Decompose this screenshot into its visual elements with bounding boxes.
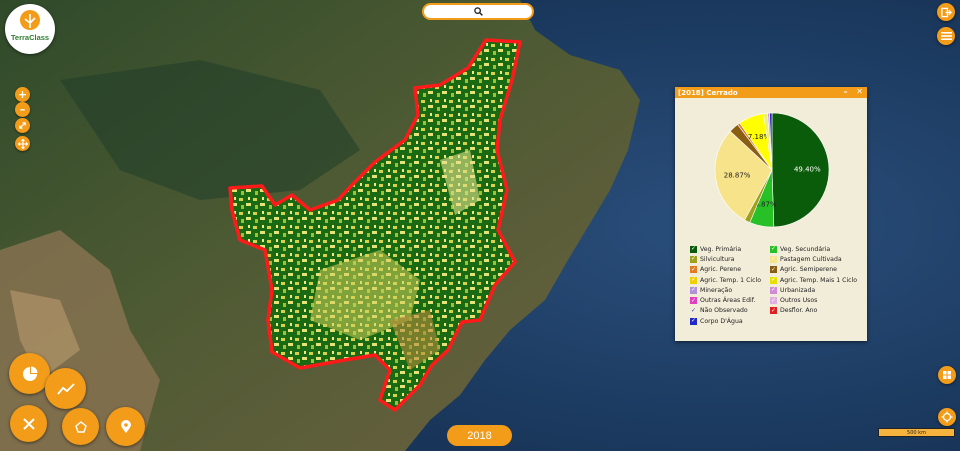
fullscreen-button[interactable] bbox=[15, 118, 30, 133]
logo-text: TerraClass bbox=[10, 33, 50, 42]
legend-label: Silvicultura bbox=[700, 255, 735, 263]
legend-label: Corpo D'Água bbox=[700, 317, 743, 325]
checkbox-checked-icon[interactable]: ✓ bbox=[770, 245, 777, 253]
legend-label: Agric. Perene bbox=[700, 266, 742, 274]
legend-label: Mineração bbox=[700, 286, 733, 294]
legend-item[interactable]: ✓ Agric. Perene bbox=[690, 265, 770, 275]
checkbox-checked-icon[interactable]: ✓ bbox=[690, 276, 697, 284]
legend-item[interactable]: ✓ Veg. Secundária bbox=[770, 244, 860, 254]
legend-item[interactable]: ✓ Corpo D'Água bbox=[690, 316, 770, 326]
legend-item[interactable]: ✓ Outros Usos bbox=[770, 295, 860, 305]
legend-label: Não Observado bbox=[700, 307, 748, 315]
checkbox-checked-icon[interactable]: ✓ bbox=[770, 266, 777, 274]
legend-label: Desflor. Ano bbox=[780, 307, 818, 315]
legend-label: Agric. Semiperene bbox=[780, 266, 837, 274]
legend-label: Urbanizada bbox=[780, 286, 816, 294]
legend-item[interactable]: ✓ Veg. Primária bbox=[690, 244, 770, 254]
legend-label: Veg. Secundária bbox=[780, 245, 831, 253]
stats-panel: [2018] Cerrado – ✕ 49.40% 6.87% 28.87% 7.18… bbox=[675, 87, 867, 341]
search-box[interactable] bbox=[422, 3, 534, 20]
legend-item[interactable]: ✓ Agric. Temp. Mais 1 Ciclo bbox=[770, 275, 860, 285]
checkbox-checked-icon[interactable]: ✓ bbox=[690, 245, 697, 253]
line-chart-icon bbox=[56, 382, 75, 395]
line-chart-tool-button[interactable] bbox=[45, 368, 86, 409]
minimize-button[interactable]: – bbox=[844, 87, 848, 96]
zoom-in-button[interactable]: + bbox=[15, 87, 30, 102]
menu-icon bbox=[940, 32, 952, 40]
legend-item[interactable]: ✓ Desflor. Ano bbox=[770, 306, 860, 316]
marker-tool-button[interactable] bbox=[106, 407, 145, 446]
checkbox-checked-icon[interactable]: ✓ bbox=[690, 266, 697, 274]
legend: ✓ Veg. Primária ✓ Veg. Secundária ✓ Silvicult… bbox=[690, 244, 865, 326]
legend-item[interactable]: ✓ Não Observado bbox=[690, 306, 770, 316]
locate-icon bbox=[941, 411, 953, 423]
layers-icon bbox=[943, 371, 951, 379]
checkbox-checked-icon[interactable]: ✓ bbox=[770, 276, 777, 284]
legend-label: Agric. Temp. Mais 1 Ciclo bbox=[780, 276, 858, 284]
legend-item[interactable]: ✓ Outras Áreas Edif. bbox=[690, 295, 770, 305]
tree-icon bbox=[20, 10, 40, 30]
close-button[interactable]: ✕ bbox=[856, 87, 863, 96]
legend-item[interactable]: ✓ Agric. Temp. 1 Ciclo bbox=[690, 275, 770, 285]
expand-icon bbox=[19, 122, 26, 129]
pie-chart-icon bbox=[22, 366, 37, 381]
legend-item[interactable]: ✓ Urbanizada bbox=[770, 285, 860, 295]
pan-button[interactable] bbox=[15, 136, 30, 151]
minus-icon: – bbox=[19, 103, 26, 116]
legend-label: Pastagem Cultivada bbox=[780, 255, 842, 263]
legend-label: Agric. Temp. 1 Ciclo bbox=[700, 276, 762, 284]
legend-item[interactable]: ✓ Agric. Semiperene bbox=[770, 265, 860, 275]
pie-chart-tool-button[interactable] bbox=[9, 353, 50, 394]
legend-label: Outros Usos bbox=[780, 297, 818, 305]
panel-controls: – ✕ bbox=[844, 87, 864, 96]
move-icon bbox=[17, 138, 28, 149]
legend-label: Outras Áreas Edif. bbox=[700, 297, 756, 305]
search-icon bbox=[473, 7, 483, 16]
pie-data-label: 28.87% bbox=[724, 172, 751, 180]
menu-button[interactable] bbox=[937, 27, 955, 45]
polygon-tool-button[interactable] bbox=[62, 408, 99, 445]
zoom-out-button[interactable]: – bbox=[15, 102, 30, 117]
polygon-icon bbox=[74, 420, 87, 433]
checkbox-checked-icon[interactable]: ✓ bbox=[690, 297, 697, 305]
legend-item[interactable]: ✓ Mineração bbox=[690, 285, 770, 295]
tools-button[interactable] bbox=[10, 405, 47, 442]
checkbox-checked-icon[interactable]: ✓ bbox=[770, 297, 777, 305]
checkbox-checked-icon[interactable]: ✓ bbox=[770, 255, 777, 263]
locate-button[interactable] bbox=[938, 408, 956, 426]
scale-bar: 500 km bbox=[878, 428, 955, 437]
plus-icon: + bbox=[17, 88, 28, 101]
pie-data-label: 49.40% bbox=[794, 165, 821, 173]
checkbox-checked-icon[interactable]: ✓ bbox=[690, 286, 697, 294]
panel-header: [2018] Cerrado – ✕ bbox=[675, 87, 867, 98]
logout-icon bbox=[940, 7, 952, 17]
terraclass-logo[interactable]: TerraClass bbox=[5, 4, 55, 54]
panel-title: [2018] Cerrado bbox=[678, 88, 738, 97]
pie-chart: 49.40%6.87%28.87%7.18% bbox=[714, 112, 830, 228]
checkbox-checked-icon[interactable]: ✓ bbox=[690, 317, 697, 325]
checkbox-checked-icon[interactable]: ✓ bbox=[770, 286, 777, 294]
marker-icon bbox=[120, 419, 131, 433]
legend-label: Veg. Primária bbox=[700, 245, 742, 253]
checkbox-checked-icon[interactable]: ✓ bbox=[690, 255, 697, 263]
year-selector[interactable]: 2018 bbox=[447, 425, 512, 446]
legend-item[interactable]: ✓ Silvicultura bbox=[690, 254, 770, 264]
legend-item[interactable]: ✓ Pastagem Cultivada bbox=[770, 254, 860, 264]
checkmark-icon[interactable]: ✓ bbox=[690, 307, 697, 314]
checkbox-checked-icon[interactable]: ✓ bbox=[770, 307, 777, 315]
logout-button[interactable] bbox=[937, 3, 955, 21]
tools-icon bbox=[22, 417, 35, 430]
layers-button[interactable] bbox=[938, 366, 956, 384]
